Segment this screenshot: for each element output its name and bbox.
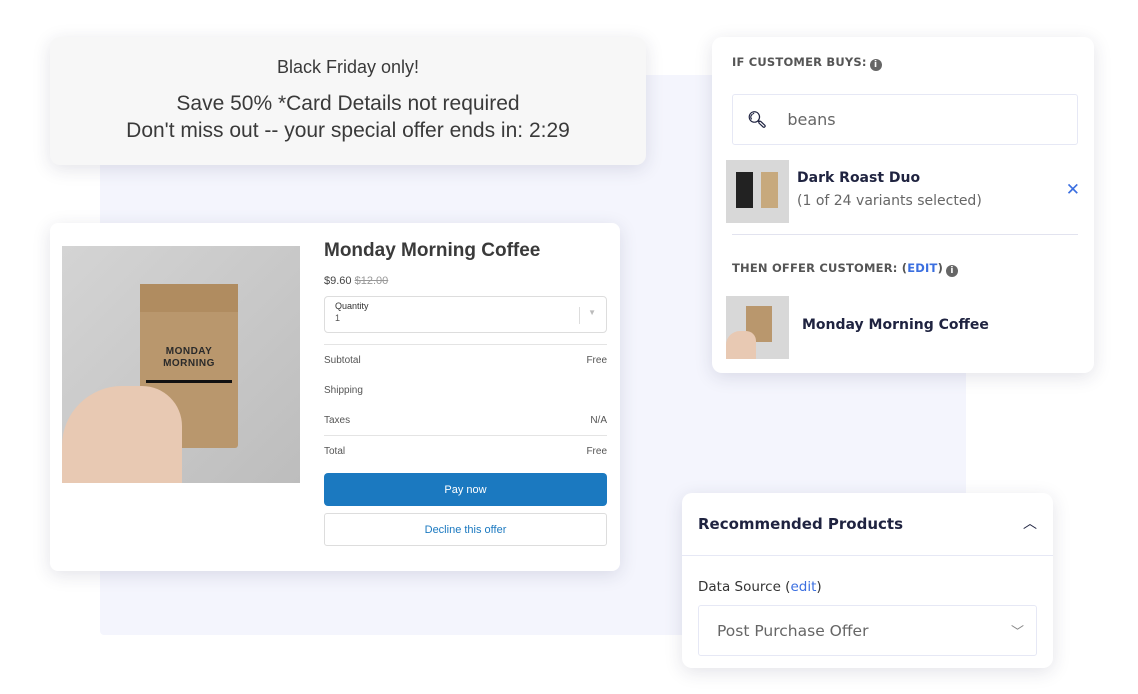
row-label: Subtotal — [324, 354, 361, 366]
product-search[interactable]: 🔍︎ — [732, 94, 1078, 145]
divider — [732, 234, 1078, 235]
selected-product-name: Dark Roast Duo — [797, 170, 921, 186]
if-customer-buys-header: IF CUSTOMER BUYS: i — [732, 55, 882, 71]
edit-link[interactable]: edit — [790, 579, 816, 595]
variants-selected: (1 of 24 variants selected) — [797, 193, 982, 209]
close-icon[interactable]: ✕ — [1066, 180, 1080, 200]
info-icon[interactable]: i — [869, 59, 882, 71]
chevron-down-icon: ▼ — [588, 308, 596, 317]
offer-banner: Black Friday only! Save 50% *Card Detail… — [50, 37, 646, 165]
checkout-card: MONDAY MORNING Monday Morning Coffee $9.6… — [50, 223, 620, 571]
offer-product-name: Monday Morning Coffee — [802, 317, 989, 333]
search-input[interactable] — [787, 110, 1048, 129]
label-text: ) — [816, 579, 822, 595]
banner-offer: Save 50% *Card Details not required — [176, 92, 520, 115]
chevron-up-icon[interactable]: ︿ — [1023, 513, 1037, 533]
header-text: THEN OFFER CUSTOMER: ( — [732, 261, 908, 275]
upsell-rule-card: IF CUSTOMER BUYS:i 🔍︎ Dark Roast Duo (1 … — [712, 37, 1094, 373]
compare-price: $12.00 — [354, 275, 389, 287]
quantity-value: 1 — [335, 313, 341, 323]
label-text: Data Source ( — [698, 579, 791, 595]
pay-now-button[interactable]: Pay now — [324, 473, 607, 506]
select-value: Post Purchase Offer — [717, 621, 869, 640]
quantity-label: Quantity — [335, 301, 369, 311]
row-value: Free — [586, 354, 607, 366]
data-source-label: Data Source (edit) — [698, 579, 822, 595]
then-offer-header: THEN OFFER CUSTOMER: (EDIT) i — [732, 261, 959, 277]
chevron-down-icon: ﹀ — [1010, 625, 1024, 640]
hand — [62, 386, 182, 483]
product-price: $9.60 $12.00 — [324, 275, 607, 287]
price-summary: Subtotal Free Shipping Taxes N/A Total Free — [324, 344, 607, 467]
product-image: MONDAY MORNING — [62, 246, 300, 483]
quantity-select[interactable]: Quantity 1 ▼ — [324, 296, 607, 333]
row-label: Taxes — [324, 414, 351, 426]
edit-link[interactable]: EDIT — [907, 261, 937, 275]
summary-row: Taxes N/A — [324, 405, 607, 435]
row-label: Total — [324, 446, 346, 457]
row-value: Free — [586, 446, 607, 457]
row-label: Shipping — [324, 384, 363, 396]
product-title: Monday Morning Coffee — [324, 240, 541, 261]
offer-product-thumbnail — [726, 296, 789, 359]
decline-offer-button[interactable]: Decline this offer — [324, 513, 607, 546]
total-row: Total Free — [324, 435, 607, 467]
recommended-products-card: Recommended Products ︿ Data Source (edit… — [682, 493, 1053, 668]
row-value: N/A — [590, 414, 607, 426]
info-icon[interactable]: i — [946, 265, 959, 277]
data-source-select[interactable]: Post Purchase Offer ﹀ — [698, 605, 1037, 656]
dark-roast-duo-thumbnail — [726, 160, 789, 223]
header-text: ) — [937, 261, 944, 275]
header-text: IF CUSTOMER BUYS: — [732, 55, 867, 69]
banner-headline: Black Friday only! — [276, 57, 420, 77]
summary-row: Subtotal Free — [324, 345, 607, 375]
sale-price: $9.60 — [324, 275, 352, 287]
section-title: Recommended Products — [698, 515, 904, 533]
summary-row: Shipping — [324, 375, 607, 405]
banner-countdown: Don't miss out -- your special offer end… — [126, 119, 570, 142]
search-icon: 🔍︎ — [747, 110, 768, 129]
